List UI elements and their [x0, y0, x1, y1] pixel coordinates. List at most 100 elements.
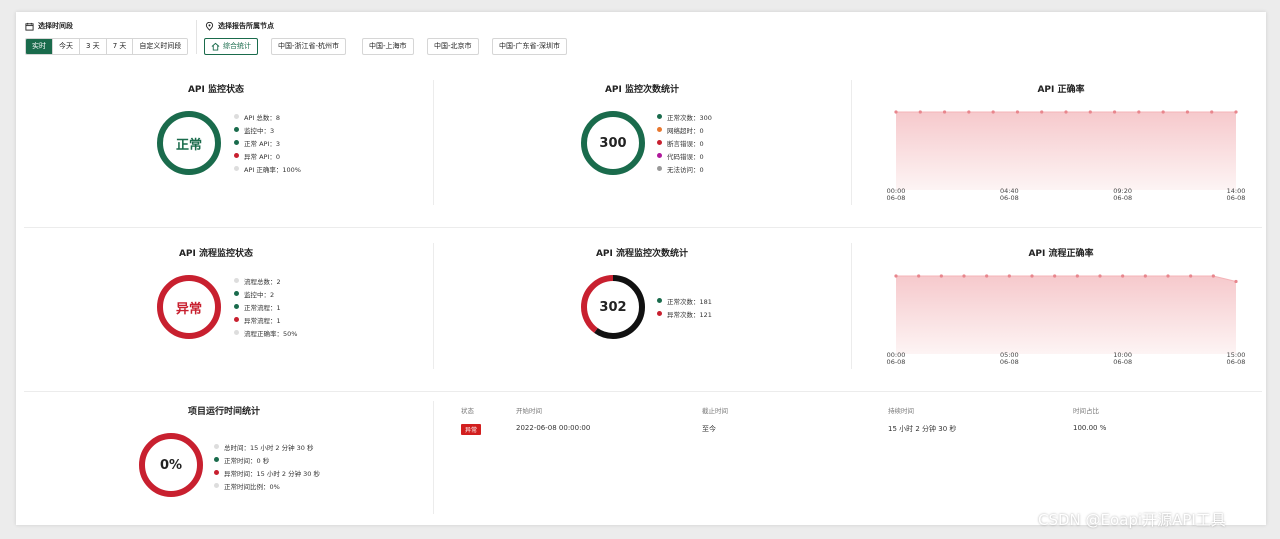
- legend-dot: [234, 153, 239, 158]
- watermark: CSDN @Eoapi开源API工具: [1038, 511, 1226, 529]
- table-header-ratio: 时间占比: [1073, 407, 1099, 415]
- tick-date: 06-08: [886, 358, 906, 366]
- table-cell-start: 2022-06-08 00:00:00: [516, 424, 591, 432]
- time-range-label: 选择时间段: [25, 21, 73, 31]
- legend-item: 正常时间：0 秒: [214, 453, 320, 466]
- legend-dot: [657, 127, 662, 132]
- legend-dot: [234, 291, 239, 296]
- node-option-hangzhou[interactable]: 中国-浙江省-杭州市: [271, 38, 347, 55]
- legend-text: 监控中：2: [244, 290, 275, 299]
- legend-text: 正常次数：300: [667, 113, 712, 122]
- flow-status-legend: 流程总数：2 监控中：2 正常流程：1 异常流程：1 流程正确率：50%: [234, 274, 297, 339]
- api-status-ring: 正常: [156, 110, 222, 176]
- legend-item: 监控中：3: [234, 123, 301, 136]
- data-point: [894, 110, 898, 114]
- legend-item: 异常时间：15 小时 2 分钟 30 秒: [214, 466, 320, 479]
- data-point: [1007, 274, 1011, 278]
- runtime-ring-text: 0%: [159, 457, 183, 473]
- x-tick-label: 15:00 06-08: [1227, 352, 1246, 366]
- api-status-ring-text: 正常: [175, 137, 202, 153]
- legend-dot: [234, 304, 239, 309]
- tick-date: 06-08: [1113, 194, 1133, 202]
- legend-dot: [214, 457, 219, 462]
- data-point: [967, 110, 971, 114]
- x-tick-label: 04:40 06-08: [1000, 188, 1019, 202]
- x-tick-label: 00:00 06-08: [887, 188, 906, 202]
- legend-text: 异常流程：1: [244, 316, 281, 325]
- data-point: [1098, 274, 1102, 278]
- col-divider: [851, 243, 852, 369]
- data-point: [1166, 274, 1170, 278]
- x-tick-label: 10:00 06-08: [1113, 352, 1132, 366]
- tick-date: 06-08: [886, 194, 906, 202]
- table-header-start: 开始时间: [516, 407, 542, 415]
- legend-text: 总时间：15 小时 2 分钟 30 秒: [224, 443, 314, 452]
- data-point: [1088, 110, 1092, 114]
- data-point: [1189, 274, 1193, 278]
- time-option-realtime[interactable]: 实时: [26, 39, 53, 54]
- table-header-status: 状态: [461, 407, 474, 415]
- legend-text: 无法访问：0: [667, 165, 704, 174]
- flow-status-ring-text: 异常: [175, 301, 202, 317]
- legend-text: 流程总数：2: [244, 277, 281, 286]
- flow-count-ring: 302: [580, 274, 646, 340]
- legend-dot: [657, 114, 662, 119]
- flow-count-title: API 流程监控次数统计: [595, 249, 689, 259]
- legend-text: 异常次数：121: [667, 310, 712, 319]
- data-point: [1015, 110, 1020, 114]
- data-point: [1234, 279, 1238, 284]
- legend-dot: [214, 483, 219, 488]
- legend-item: 正常流程：1: [234, 300, 297, 313]
- tick-date: 06-08: [1113, 358, 1133, 366]
- tick-date: 06-08: [1226, 194, 1246, 202]
- legend-dot: [657, 311, 662, 316]
- time-range-selector: 实时 今天 3 天 7 天 自定义时间段: [25, 38, 189, 55]
- table-header-duration: 持续时间: [888, 407, 914, 415]
- runtime-ring: 0%: [138, 432, 204, 498]
- legend-dot: [234, 127, 239, 132]
- x-tick-label: 14:00 06-08: [1227, 188, 1246, 202]
- legend-text: 代码错误：0: [667, 152, 704, 161]
- time-option-custom[interactable]: 自定义时间段: [133, 39, 188, 54]
- legend-text: 流程正确率：50%: [244, 329, 298, 338]
- time-option-today[interactable]: 今天: [53, 39, 80, 54]
- legend-item: 异常 API：0: [234, 149, 301, 162]
- legend-item: 异常流程：1: [234, 313, 297, 326]
- legend-text: 正常时间比例：0%: [224, 482, 280, 491]
- legend-dot: [657, 153, 662, 158]
- home-icon: [211, 42, 220, 51]
- table-cell-ratio: 100.00 %: [1073, 424, 1107, 432]
- data-point: [1053, 274, 1057, 278]
- tick-date: 06-08: [1226, 358, 1246, 366]
- row-divider-2: [24, 391, 1262, 392]
- dashboard-card: 选择时间段 实时 今天 3 天 7 天 自定义时间段 选择报告所属节点 综合统计…: [16, 12, 1266, 525]
- node-option-shanghai[interactable]: 中国-上海市: [362, 38, 414, 55]
- status-badge: 异常: [461, 424, 482, 435]
- legend-text: 正常 API：3: [244, 139, 280, 148]
- data-point: [1064, 110, 1068, 114]
- header-divider: [196, 20, 197, 54]
- area-fill: [896, 276, 1236, 354]
- data-point: [1143, 274, 1147, 278]
- data-point: [939, 274, 943, 278]
- row-divider-1: [24, 227, 1262, 228]
- time-option-3-days[interactable]: 3 天: [80, 39, 107, 54]
- data-point: [1210, 110, 1214, 114]
- legend-item: 总时间：15 小时 2 分钟 30 秒: [214, 440, 320, 453]
- legend-text: 正常次数：181: [667, 297, 712, 306]
- calendar-icon: [25, 22, 34, 31]
- x-tick-label: 05:00 06-08: [1000, 352, 1019, 366]
- data-point: [942, 110, 947, 114]
- node-option-shenzhen[interactable]: 中国-广东省-深圳市: [492, 38, 568, 55]
- data-point: [1075, 274, 1079, 278]
- legend-item: API 总数：8: [234, 110, 301, 123]
- api-count-ring: 300: [580, 110, 646, 176]
- api-count-title: API 监控次数统计: [604, 85, 680, 95]
- node-option-beijing[interactable]: 中国-北京市: [427, 38, 479, 55]
- legend-item: 网络超时：0: [657, 123, 712, 136]
- flow-accuracy-title: API 流程正确率: [1028, 249, 1094, 259]
- time-option-7-days[interactable]: 7 天: [106, 39, 134, 54]
- legend-item: 断言错误：0: [657, 136, 712, 149]
- legend-item: 无法访问：0: [657, 162, 712, 175]
- node-option-overall[interactable]: 综合统计: [204, 38, 258, 55]
